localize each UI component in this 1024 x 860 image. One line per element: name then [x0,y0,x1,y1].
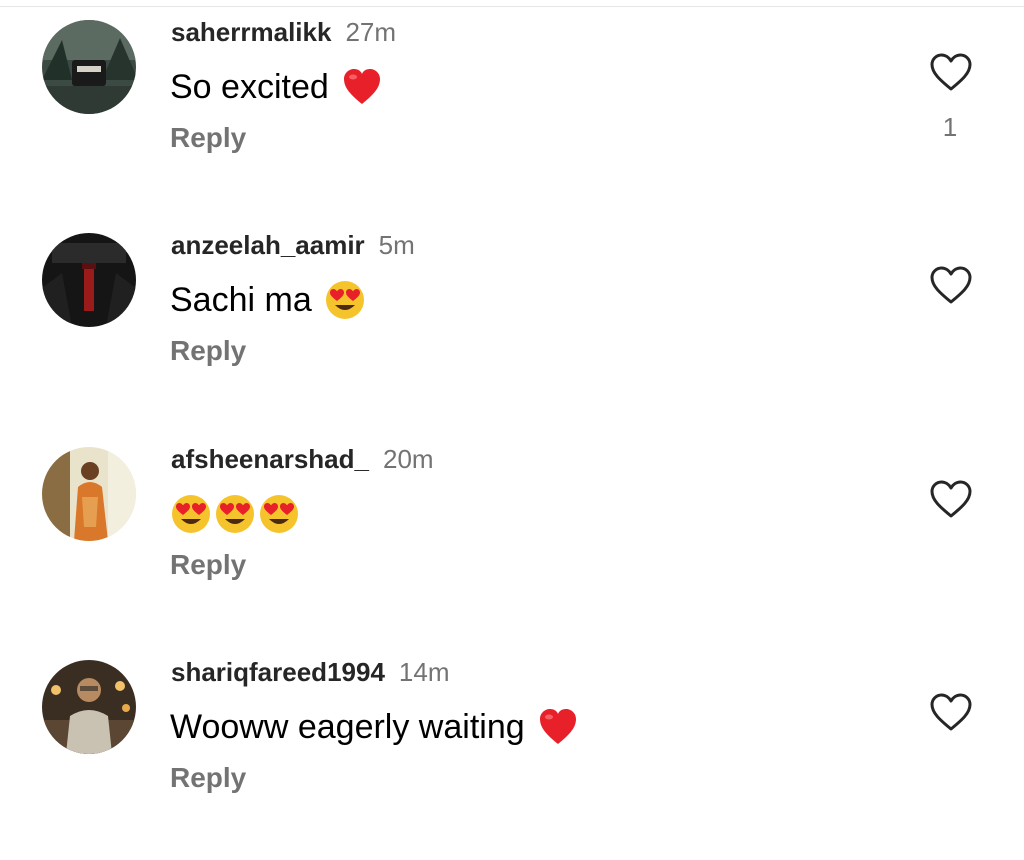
comment-item: anzeelah_aamir 5m Sachi ma Reply [0,230,1024,433]
comment-item: afsheenarshad_ 20m Reply [0,444,1024,647]
comment-header: afsheenarshad_ 20m [171,444,434,475]
avatar[interactable] [42,660,136,754]
comment-header: anzeelah_aamir 5m [171,230,415,261]
comment-item: shariqfareed1994 14m Wooww eagerly waitin… [0,657,1024,860]
comment-text: So excited [170,66,385,108]
timestamp: 5m [378,230,415,260]
comment-text [170,493,302,535]
red-heart-emoji [341,66,383,108]
timestamp: 20m [382,444,434,474]
timestamp: 14m [398,657,450,687]
comment-header: shariqfareed1994 14m [171,657,449,688]
comment-header: saherrmalikk 27m [171,17,396,48]
heart-outline-icon[interactable] [929,52,973,92]
comment-item: saherrmalikk 27m So excited Reply 1 [0,17,1024,220]
reply-button[interactable]: Reply [170,122,246,154]
username[interactable]: afsheenarshad_ [171,444,369,474]
red-heart-emoji [537,706,579,748]
top-divider [0,6,1024,7]
reply-button[interactable]: Reply [170,335,246,367]
like-count[interactable]: 1 [920,112,980,143]
username[interactable]: anzeelah_aamir [171,230,365,260]
heart-eyes-emoji [258,493,300,535]
reply-button[interactable]: Reply [170,762,246,794]
comment-text: Wooww eagerly waiting [170,706,581,748]
heart-eyes-emoji [324,279,366,321]
avatar[interactable] [42,447,136,541]
avatar[interactable] [42,233,136,327]
heart-outline-icon[interactable] [929,692,973,732]
reply-button[interactable]: Reply [170,549,246,581]
heart-outline-icon[interactable] [929,265,973,305]
heart-eyes-emoji [214,493,256,535]
timestamp: 27m [345,17,397,47]
comment-body: Sachi ma [170,280,312,319]
comment-text: Sachi ma [170,279,368,321]
heart-outline-icon[interactable] [929,479,973,519]
avatar[interactable] [42,20,136,114]
comment-body: Wooww eagerly waiting [170,707,525,746]
heart-eyes-emoji [170,493,212,535]
username[interactable]: shariqfareed1994 [171,657,385,687]
username[interactable]: saherrmalikk [171,17,331,47]
comment-body: So excited [170,67,329,106]
